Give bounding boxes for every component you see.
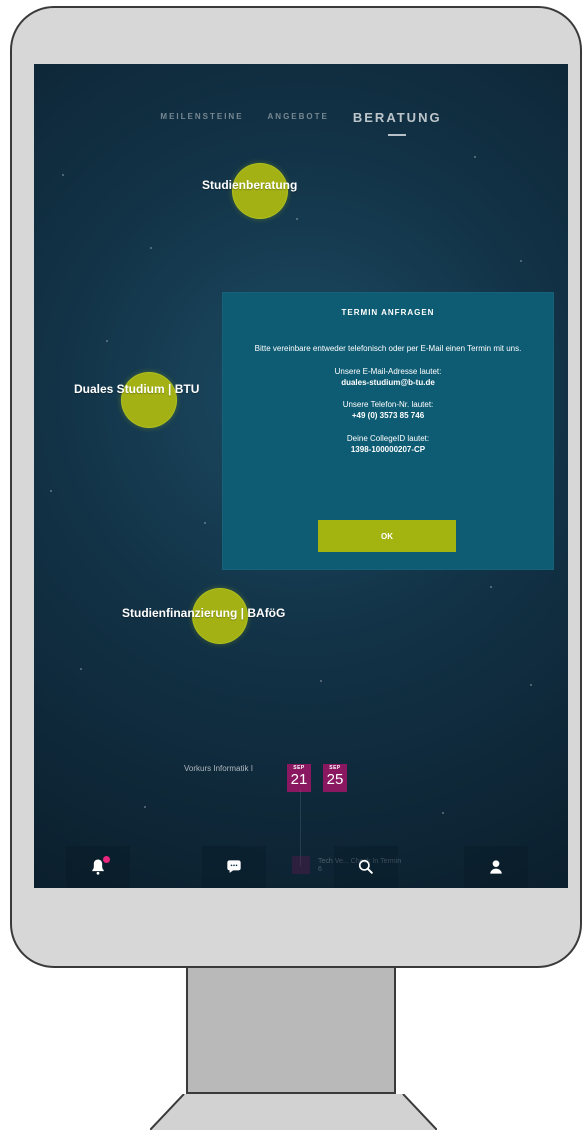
notifications-button[interactable]	[66, 846, 130, 888]
star	[80, 668, 82, 670]
phone-value: +49 (0) 3573 85 746	[351, 411, 425, 421]
search-button[interactable]	[334, 846, 398, 888]
profile-icon	[490, 860, 502, 874]
bottom-navigation	[34, 846, 568, 888]
node-label: Duales Studium | BTU	[74, 382, 200, 396]
star	[62, 174, 64, 176]
date-day: 25	[326, 771, 344, 788]
star	[474, 156, 476, 158]
star	[442, 812, 444, 814]
ok-button[interactable]: OK	[318, 520, 456, 552]
email-label: Unsere E-Mail-Adresse lautet:	[334, 366, 442, 376]
modal-body: Bitte vereinbare entweder telefonisch od…	[240, 344, 536, 468]
profile-button[interactable]	[464, 846, 528, 888]
modal-title: TERMIN ANFRAGEN	[341, 308, 435, 317]
phone-label: Unsere Telefon-Nr. lautet:	[342, 400, 434, 410]
notification-badge	[103, 856, 110, 863]
date-badge-21[interactable]: SEP 21	[287, 764, 311, 792]
tab-milestones[interactable]: MEILENSTEINE	[160, 110, 243, 121]
email-block: Unsere E-Mail-Adresse lautet: duales-stu…	[240, 367, 536, 389]
star	[530, 684, 532, 686]
chat-icon	[227, 860, 241, 873]
modal-intro: Bitte vereinbare entweder telefonisch od…	[254, 344, 522, 353]
section-tabs: MEILENSTEINE ANGEBOTE BERATUNG	[34, 110, 568, 150]
tab-consulting[interactable]: BERATUNG	[353, 110, 442, 125]
kiosk-screen: MEILENSTEINE ANGEBOTE BERATUNG Studienbe…	[34, 64, 568, 888]
course-label: Vorkurs Informatik I	[184, 764, 253, 773]
email-value: duales-studium@b-tu.de	[341, 377, 435, 387]
notifications-icon-wrap	[88, 856, 110, 877]
collegeid-block: Deine CollegeID lautet: 1398-100000207-C…	[240, 434, 536, 456]
star	[296, 218, 298, 220]
star	[50, 490, 52, 492]
appointment-modal: TERMIN ANFRAGEN Bitte vereinbare entwede…	[222, 292, 554, 570]
phone-block: Unsere Telefon-Nr. lautet: +49 (0) 3573 …	[240, 400, 536, 422]
star	[144, 806, 146, 808]
kiosk-stand-neck	[186, 968, 396, 1094]
star	[490, 586, 492, 588]
chat-button[interactable]	[202, 846, 266, 888]
star	[320, 680, 322, 682]
node-marker	[121, 372, 177, 428]
tab-offers[interactable]: ANGEBOTE	[268, 110, 329, 121]
date-day: 21	[290, 771, 308, 788]
star	[204, 522, 206, 524]
search-icon	[358, 859, 373, 874]
star	[150, 247, 152, 249]
collegeid-label: Deine CollegeID lautet:	[346, 433, 430, 443]
date-badge-25[interactable]: SEP 25	[323, 764, 347, 792]
star	[520, 260, 522, 262]
star	[106, 340, 108, 342]
collegeid-value: 1398-100000207-CP	[350, 444, 426, 454]
node-label: Studienberatung	[202, 178, 298, 192]
kiosk-stand-base	[150, 1094, 437, 1130]
node-label: Studienfinanzierung | BAföG	[122, 606, 286, 620]
